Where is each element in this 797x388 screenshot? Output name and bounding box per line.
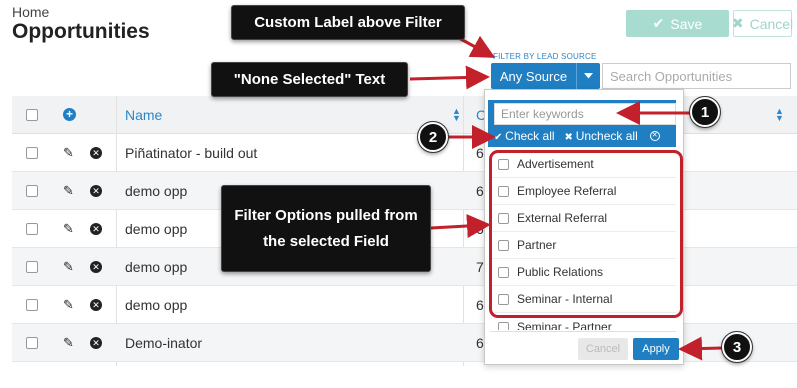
callout-none-selected: "None Selected" Text	[211, 62, 408, 97]
opportunity-name[interactable]: demo opp	[125, 297, 187, 313]
apply-button[interactable]: Apply	[633, 338, 679, 360]
delete-icon[interactable]: ✕	[90, 299, 102, 311]
row-checkbox[interactable]	[26, 147, 38, 159]
cancel-label: Cancel	[749, 15, 794, 32]
search-input[interactable]: Search Opportunities	[602, 63, 791, 89]
row-checkbox[interactable]	[26, 299, 38, 311]
uncheck-all-label: Uncheck all	[575, 129, 638, 143]
option-label: Seminar - Partner	[517, 320, 612, 330]
keyword-placeholder: Enter keywords	[501, 107, 584, 121]
breadcrumb[interactable]: Home	[12, 4, 49, 20]
page-title: Opportunities	[12, 20, 150, 43]
filter-caret-button[interactable]	[576, 63, 600, 89]
filter-button-label: Any Source	[499, 68, 568, 84]
delete-icon[interactable]: ✕	[90, 337, 102, 349]
dropdown-footer-divider	[490, 331, 676, 332]
delete-icon[interactable]: ✕	[90, 147, 102, 159]
row-checkbox[interactable]	[26, 337, 38, 349]
delete-icon[interactable]: ✕	[90, 223, 102, 235]
uncheck-all-button[interactable]: ✖ Uncheck all	[565, 129, 638, 143]
caret-down-icon	[584, 73, 593, 79]
callout-custom-label: Custom Label above Filter	[231, 5, 465, 40]
edit-icon[interactable]: ✎	[63, 145, 74, 161]
check-all-button[interactable]: ✔ Check all	[494, 129, 555, 143]
row-checkbox[interactable]	[26, 261, 38, 273]
step-badge-2: 2	[417, 121, 449, 153]
opportunity-name[interactable]: Demo-inator	[125, 335, 202, 351]
edit-icon[interactable]: ✎	[63, 183, 74, 199]
select-all-checkbox[interactable]	[26, 109, 38, 121]
edit-icon[interactable]: ✎	[63, 259, 74, 275]
dropdown-cancel-button[interactable]: Cancel	[578, 338, 628, 360]
step-badge-1: 1	[689, 96, 721, 128]
cancel-button[interactable]: ✖ Cancel	[731, 10, 794, 37]
dropdown-actions: ✔ Check all ✖ Uncheck all ✕	[494, 127, 660, 145]
arrow-none-selected	[409, 65, 490, 90]
opportunity-name[interactable]: demo opp	[125, 221, 187, 237]
callout-filter-options: Filter Options pulled from the selected …	[221, 185, 431, 272]
search-placeholder: Search Opportunities	[610, 69, 733, 84]
cell-c: 6	[476, 183, 484, 199]
column-header-name[interactable]: Name	[125, 107, 162, 123]
sort-icon[interactable]: ▲ ▼	[775, 107, 784, 123]
edit-icon[interactable]: ✎	[63, 335, 74, 351]
delete-icon[interactable]: ✕	[90, 261, 102, 273]
filter-label: FILTER BY LEAD SOURCE	[493, 52, 597, 61]
edit-icon[interactable]: ✎	[63, 221, 74, 237]
cell-c: 7	[476, 259, 484, 275]
row-checkbox[interactable]	[26, 223, 38, 235]
delete-icon[interactable]: ✕	[90, 185, 102, 197]
opportunity-name[interactable]: Piñatinator - build out	[125, 145, 257, 161]
add-icon[interactable]: +	[63, 108, 76, 121]
save-label: Save	[670, 15, 703, 32]
opportunity-name[interactable]: demo opp	[125, 183, 187, 199]
close-icon: ✖	[564, 132, 576, 143]
check-icon: ✔	[652, 15, 665, 31]
options-highlight-box	[489, 150, 683, 318]
check-icon: ✔	[494, 132, 506, 143]
screen: Home Opportunities ✔ Save ✖ Cancel FILTE…	[0, 0, 797, 388]
close-icon: ✖	[731, 15, 744, 31]
cell-c: 6	[476, 145, 484, 161]
cell-c: 6	[476, 335, 484, 351]
opportunity-name[interactable]: demo opp	[125, 259, 187, 275]
filter-dropdown-button[interactable]: Any Source	[491, 63, 576, 89]
cell-c: 6	[476, 297, 484, 313]
row-checkbox[interactable]	[26, 185, 38, 197]
edit-icon[interactable]: ✎	[63, 297, 74, 313]
save-button[interactable]: ✔ Save	[626, 10, 729, 37]
option-checkbox[interactable]	[498, 321, 509, 330]
sort-icon[interactable]: ▲ ▼	[452, 107, 461, 123]
close-dropdown-icon[interactable]: ✕	[649, 131, 660, 141]
keyword-search-input[interactable]: Enter keywords	[494, 103, 676, 125]
step-badge-3: 3	[721, 331, 753, 363]
cell-c: 6	[476, 221, 484, 237]
check-all-label: Check all	[505, 129, 555, 143]
